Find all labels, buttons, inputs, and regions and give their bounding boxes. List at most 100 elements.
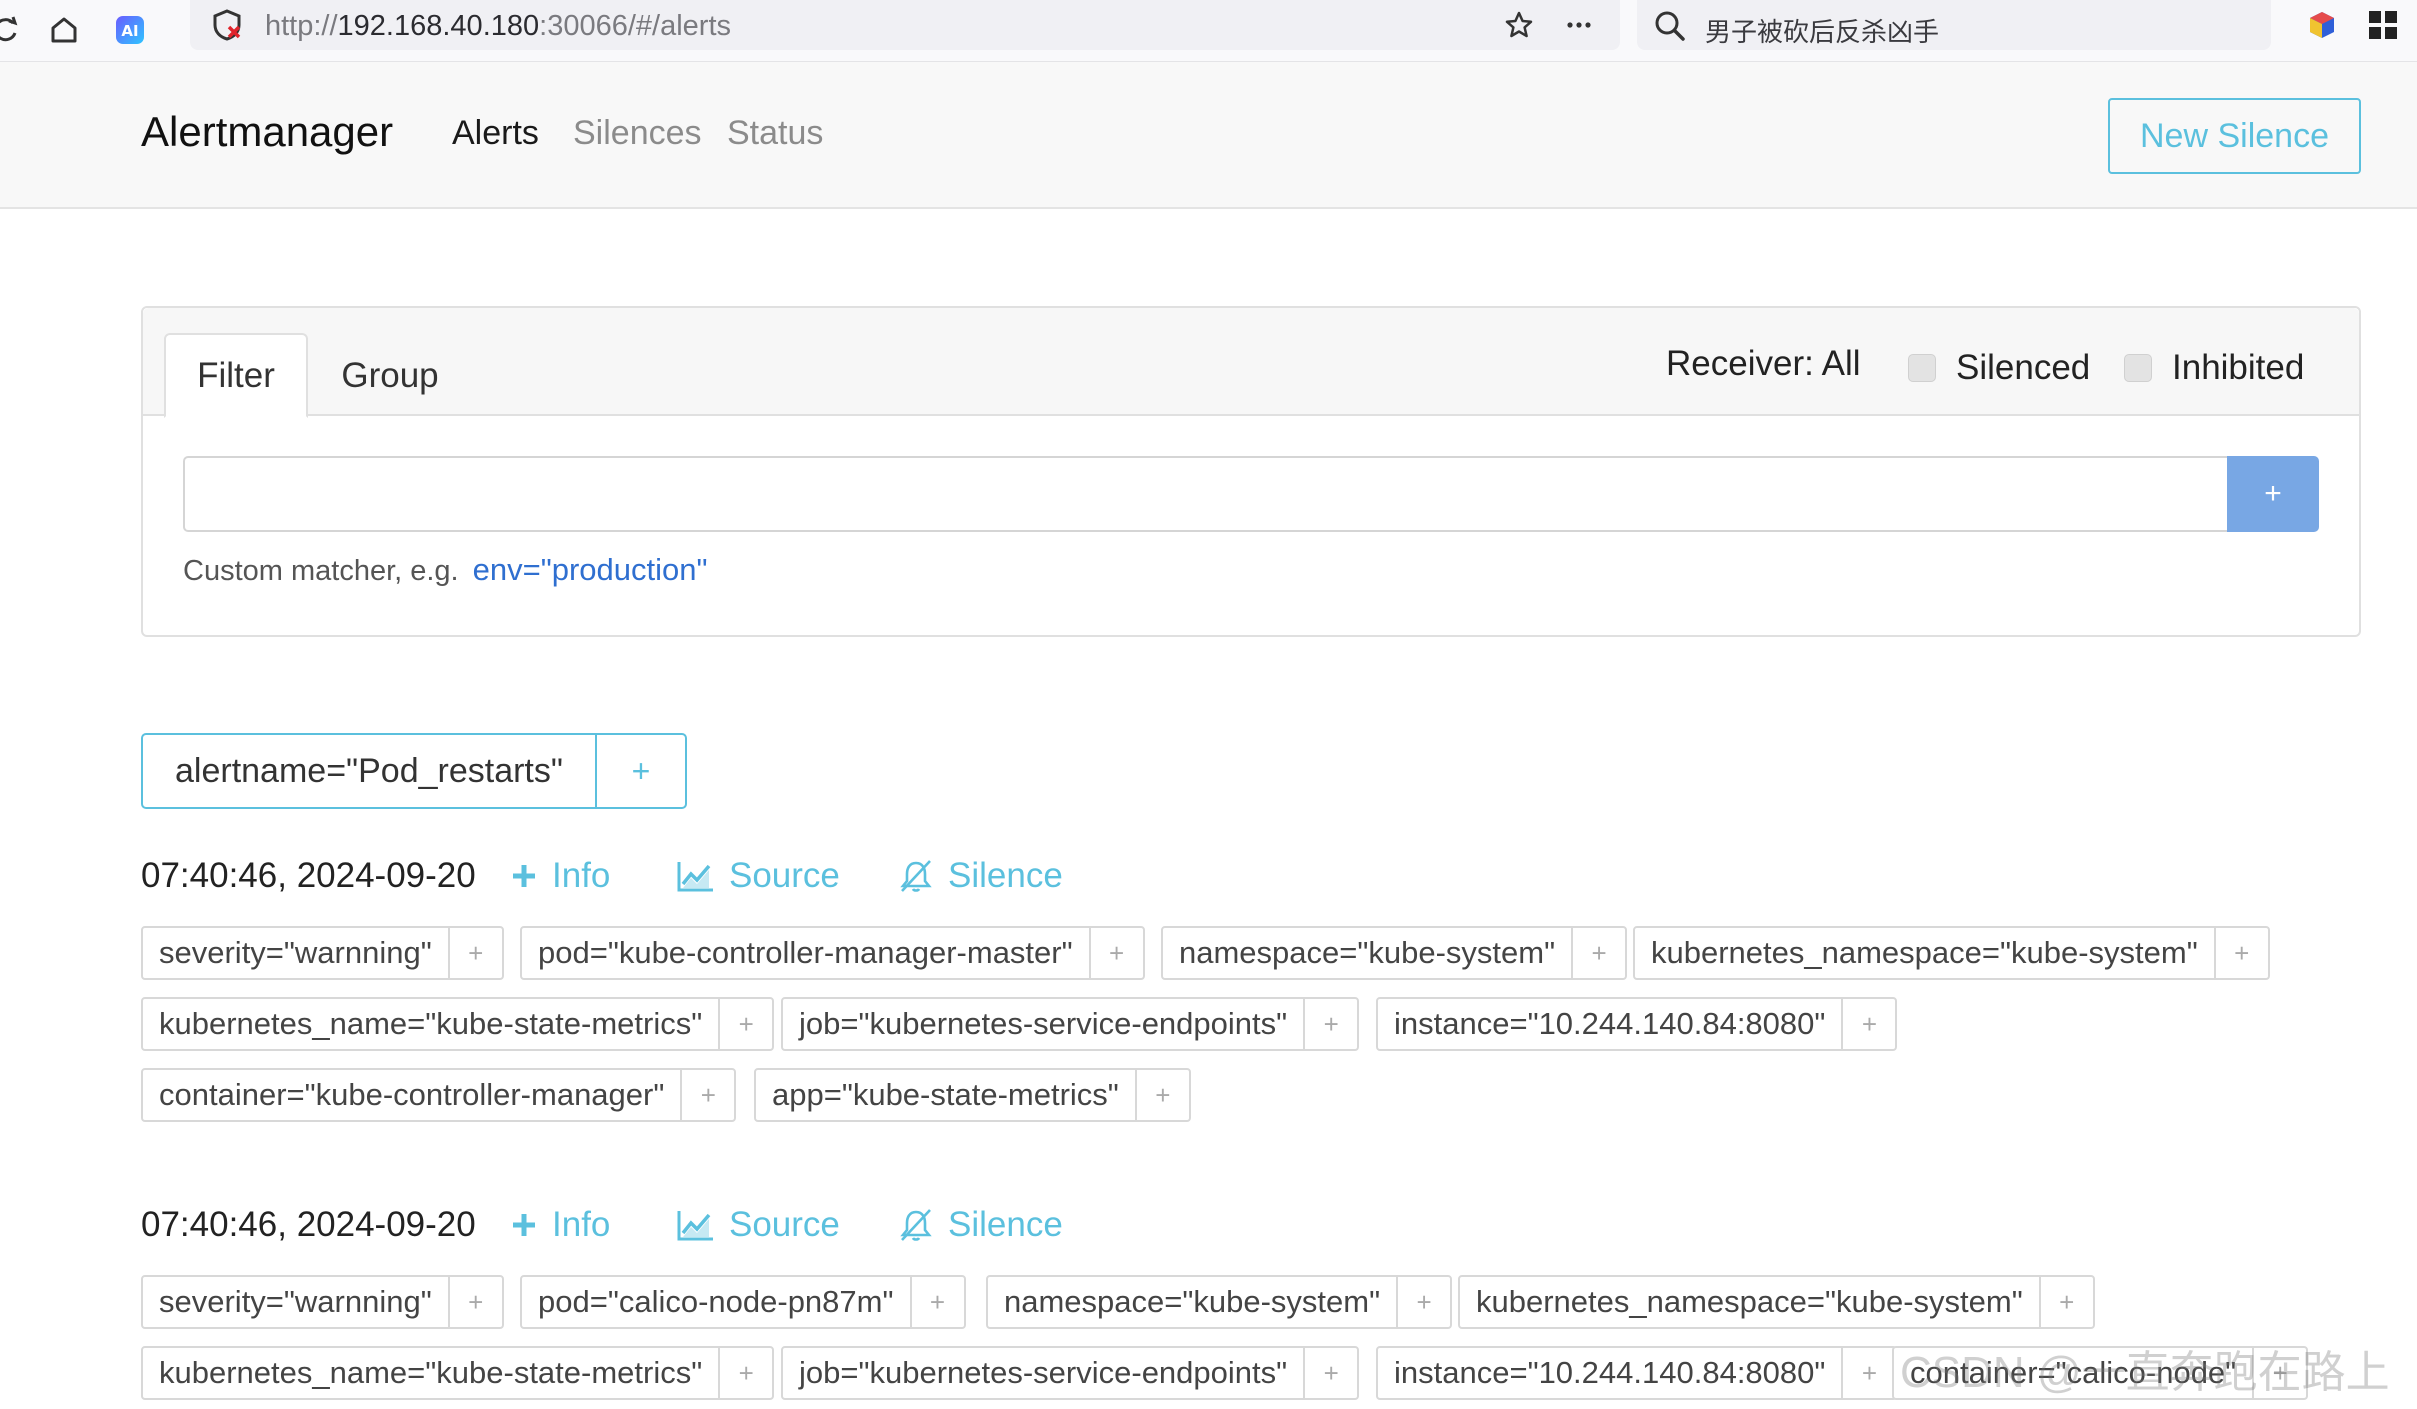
label-chip: pod="kube-controller-manager-master" + bbox=[520, 926, 1145, 980]
new-silence-button[interactable]: New Silence bbox=[2108, 98, 2361, 174]
label-add-filter-button[interactable]: + bbox=[2038, 1277, 2093, 1327]
nav-status[interactable]: Status bbox=[727, 114, 823, 153]
label-chip: container="kube-controller-manager" + bbox=[141, 1068, 737, 1122]
home-icon[interactable] bbox=[44, 10, 84, 50]
label-add-filter-button[interactable]: + bbox=[909, 1277, 964, 1327]
source-button[interactable]: Source bbox=[677, 856, 840, 896]
label-text[interactable]: kubernetes_name="kube-state-metrics" bbox=[143, 1348, 718, 1398]
label-text[interactable]: pod="calico-node-pn87m" bbox=[522, 1277, 910, 1327]
line-chart-icon bbox=[677, 1211, 713, 1241]
label-text[interactable]: severity="warnning" bbox=[143, 928, 448, 978]
more-options-icon[interactable] bbox=[1562, 8, 1596, 42]
label-text[interactable]: pod="kube-controller-manager-master" bbox=[522, 928, 1089, 978]
label-add-filter-button[interactable]: + bbox=[1134, 1070, 1189, 1120]
filter-card-header: Filter Group Receiver: All Silenced Inhi… bbox=[143, 308, 2359, 418]
brand-title[interactable]: Alertmanager bbox=[141, 108, 393, 156]
label-add-filter-button[interactable]: + bbox=[718, 999, 772, 1049]
group-add-filter-button[interactable]: + bbox=[594, 735, 685, 807]
source-label: Source bbox=[729, 856, 840, 895]
address-bar[interactable]: http://192.168.40.180:30066/#/alerts bbox=[190, 0, 1620, 50]
inhibited-checkbox-box[interactable] bbox=[2124, 354, 2152, 382]
label-add-filter-button[interactable]: + bbox=[1396, 1277, 1450, 1327]
app-navbar: Alertmanager Alerts Silences Status New … bbox=[0, 62, 2417, 209]
tab-group[interactable]: Group bbox=[315, 333, 465, 418]
ai-extension-icon[interactable]: AI bbox=[110, 10, 150, 50]
label-add-filter-button[interactable]: + bbox=[447, 1277, 502, 1327]
label-chip: namespace="kube-system" + bbox=[986, 1275, 1453, 1329]
silence-label: Silence bbox=[948, 1205, 1063, 1244]
label-add-filter-button[interactable]: + bbox=[1841, 1348, 1895, 1398]
label-chip: app="kube-state-metrics" + bbox=[754, 1068, 1191, 1122]
silenced-checkbox-box[interactable] bbox=[1908, 354, 1936, 382]
label-chip: instance="10.244.140.84:8080" + bbox=[1376, 1346, 1898, 1400]
label-add-filter-button[interactable]: + bbox=[447, 928, 502, 978]
silence-button[interactable]: Silence bbox=[898, 1205, 1063, 1245]
label-text[interactable]: instance="10.244.140.84:8080" bbox=[1378, 999, 1841, 1049]
label-text[interactable]: severity="warnning" bbox=[143, 1277, 448, 1327]
silence-label: Silence bbox=[948, 856, 1063, 895]
apps-grid-icon[interactable] bbox=[2366, 8, 2400, 47]
label-chip: namespace="kube-system" + bbox=[1161, 926, 1628, 980]
source-button[interactable]: Source bbox=[677, 1205, 840, 1245]
bookmark-star-icon[interactable] bbox=[1502, 8, 1536, 42]
label-add-filter-button[interactable]: + bbox=[680, 1070, 734, 1120]
search-query-text: 男子被砍后反杀凶手 bbox=[1705, 17, 1940, 47]
alert-item: 07:40:46, 2024-09-20 Info Source Silence… bbox=[141, 856, 2401, 1122]
url-text[interactable]: http://192.168.40.180:30066/#/alerts bbox=[265, 10, 731, 43]
label-text[interactable]: app="kube-state-metrics" bbox=[756, 1070, 1135, 1120]
label-text[interactable]: job="kubernetes-service-endpoints" bbox=[783, 999, 1303, 1049]
label-text[interactable]: namespace="kube-system" bbox=[1163, 928, 1571, 978]
label-add-filter-button[interactable]: + bbox=[1571, 928, 1625, 978]
silenced-checkbox[interactable]: Silenced bbox=[1908, 348, 2090, 388]
matcher-hint: Custom matcher, e.g. env="production" bbox=[183, 552, 708, 588]
browser-search-bar[interactable]: 男子被砍后反杀凶手 bbox=[1637, 0, 2271, 50]
label-chip: kubernetes_namespace="kube-system" + bbox=[1633, 926, 2270, 980]
inhibited-checkbox[interactable]: Inhibited bbox=[2124, 348, 2304, 388]
receiver-selector[interactable]: Receiver: All bbox=[1666, 344, 1861, 384]
group-label-text[interactable]: alertname="Pod_restarts" bbox=[143, 735, 595, 807]
label-chip: instance="10.244.140.84:8080" + bbox=[1376, 997, 1898, 1051]
label-chip: job="kubernetes-service-endpoints" + bbox=[781, 1346, 1360, 1400]
filter-matcher-input[interactable] bbox=[183, 456, 2227, 532]
label-add-filter-button[interactable]: + bbox=[1088, 928, 1143, 978]
label-text[interactable]: container="kube-controller-manager" bbox=[143, 1070, 680, 1120]
reload-icon[interactable] bbox=[0, 10, 26, 50]
browser-toolbar: AI http://192.168.40.180:30066/#/alerts … bbox=[0, 0, 2417, 62]
alert-group-label: alertname="Pod_restarts" + bbox=[141, 733, 687, 809]
url-host: 192.168.40.180 bbox=[337, 10, 540, 42]
alert-header: 07:40:46, 2024-09-20 Info Source Silence bbox=[141, 1205, 2401, 1255]
add-matcher-button[interactable]: + bbox=[2227, 456, 2319, 532]
alert-item: 07:40:46, 2024-09-20 Info Source Silence… bbox=[141, 1205, 2401, 1400]
label-add-filter-button[interactable]: + bbox=[1841, 999, 1895, 1049]
label-chip: kubernetes_namespace="kube-system" + bbox=[1458, 1275, 2095, 1329]
label-text[interactable]: kubernetes_namespace="kube-system" bbox=[1460, 1277, 2039, 1327]
alert-timestamp: 07:40:46, 2024-09-20 bbox=[141, 856, 476, 895]
label-text[interactable]: kubernetes_name="kube-state-metrics" bbox=[143, 999, 718, 1049]
tab-filter[interactable]: Filter bbox=[164, 333, 308, 418]
matcher-example-link[interactable]: env="production" bbox=[473, 552, 708, 587]
info-button[interactable]: Info bbox=[510, 856, 610, 896]
silence-button[interactable]: Silence bbox=[898, 856, 1063, 896]
label-chip: severity="warnning" + bbox=[141, 1275, 504, 1329]
label-text[interactable]: namespace="kube-system" bbox=[988, 1277, 1396, 1327]
label-add-filter-button[interactable]: + bbox=[718, 1348, 772, 1398]
label-text[interactable]: kubernetes_namespace="kube-system" bbox=[1635, 928, 2214, 978]
label-chip: severity="warnning" + bbox=[141, 926, 504, 980]
plus-icon bbox=[513, 865, 535, 887]
silenced-label: Silenced bbox=[1956, 348, 2091, 387]
label-add-filter-button[interactable]: + bbox=[2213, 928, 2268, 978]
extension-cube-icon[interactable] bbox=[2305, 8, 2339, 47]
search-icon bbox=[1653, 9, 1687, 48]
bell-slash-icon bbox=[900, 860, 932, 892]
label-add-filter-button[interactable]: + bbox=[1303, 999, 1357, 1049]
nav-silences[interactable]: Silences bbox=[573, 114, 702, 153]
insecure-connection-icon[interactable] bbox=[210, 8, 244, 47]
alert-timestamp: 07:40:46, 2024-09-20 bbox=[141, 1205, 476, 1244]
csdn-watermark: CSDN @一直奔跑在路上 bbox=[1900, 1348, 2390, 1397]
info-button[interactable]: Info bbox=[510, 1205, 610, 1245]
nav-alerts[interactable]: Alerts bbox=[452, 114, 539, 153]
bell-slash-icon bbox=[900, 1209, 932, 1241]
label-text[interactable]: instance="10.244.140.84:8080" bbox=[1378, 1348, 1841, 1398]
label-add-filter-button[interactable]: + bbox=[1303, 1348, 1357, 1398]
label-text[interactable]: job="kubernetes-service-endpoints" bbox=[783, 1348, 1303, 1398]
